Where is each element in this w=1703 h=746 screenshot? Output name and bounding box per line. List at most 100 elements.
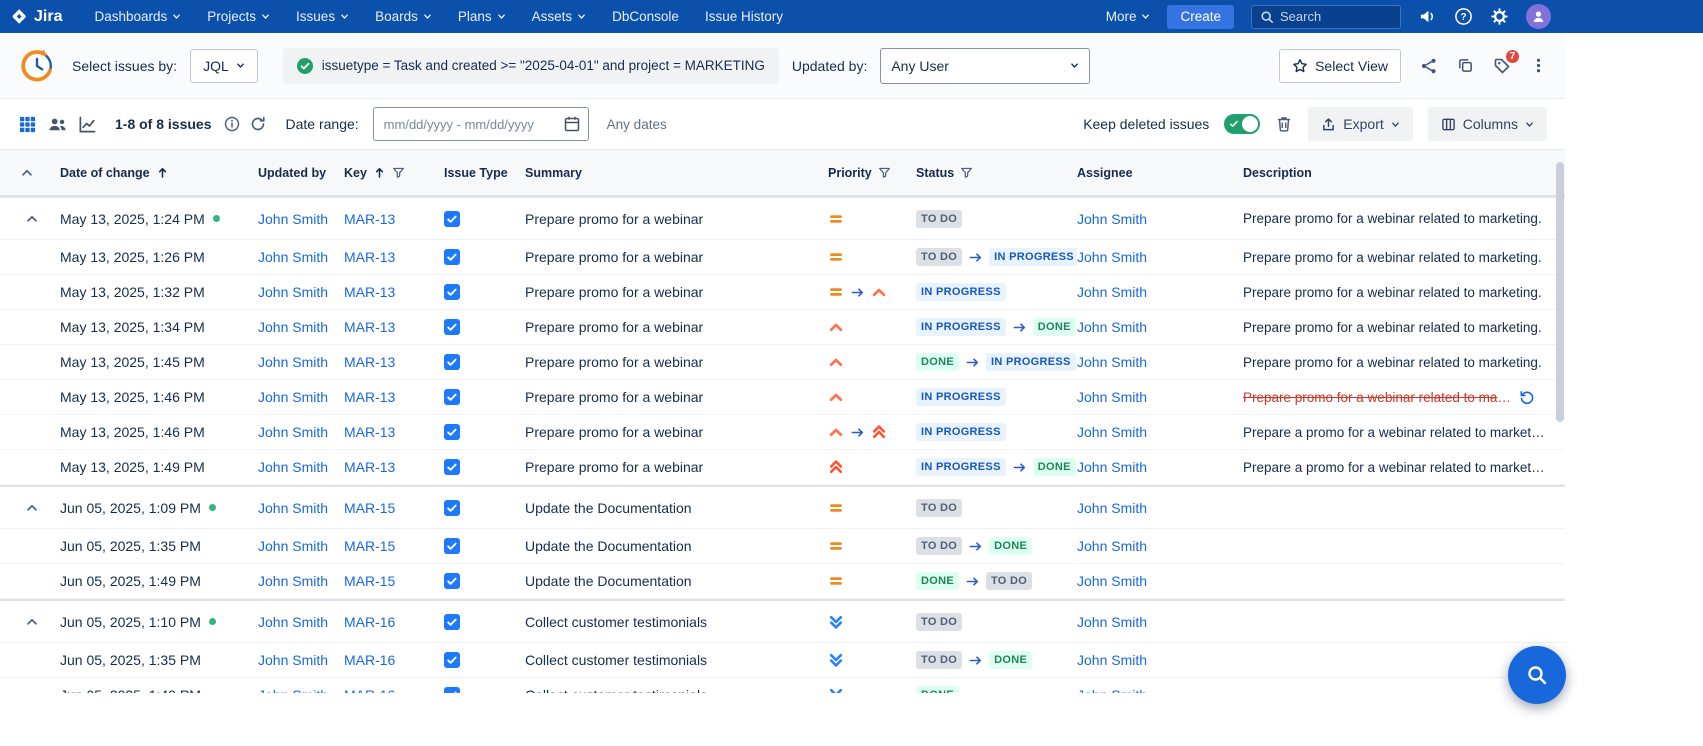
calendar-icon[interactable] [563,115,581,133]
column-header-summary[interactable]: Summary [525,166,828,180]
announcement-megaphone-icon[interactable] [1418,7,1437,26]
nav-item-dbconsole[interactable]: DbConsole [612,9,679,24]
assignee-link[interactable]: John Smith [1077,424,1147,440]
keep-deleted-toggle[interactable] [1224,114,1260,134]
grid-view-icon[interactable] [18,115,37,134]
updated-by-link[interactable]: John Smith [258,284,328,300]
updated-by-link[interactable]: John Smith [258,424,328,440]
updated-by-link[interactable]: John Smith [258,614,328,630]
issue-key-link[interactable]: MAR-13 [344,249,395,265]
copy-icon[interactable] [1457,57,1474,74]
chart-view-icon[interactable] [78,115,97,134]
columns-button[interactable]: Columns [1428,107,1547,141]
issue-key-link[interactable]: MAR-13 [344,284,395,300]
nav-item-assets[interactable]: Assets [532,9,587,24]
assignee-link[interactable]: John Smith [1077,687,1147,693]
column-header-date-of-change[interactable]: Date of change [60,166,258,180]
collapse-all-icon[interactable] [20,166,34,180]
assignee-link[interactable]: John Smith [1077,319,1147,335]
column-header-issue-type[interactable]: Issue Type [444,166,525,180]
search-input[interactable] [1280,9,1388,24]
nav-item-dashboards[interactable]: Dashboards [94,9,181,24]
updated-by-link[interactable]: John Smith [258,211,328,227]
people-view-icon[interactable] [48,115,67,134]
assignee-link[interactable]: John Smith [1077,573,1147,589]
issue-key-link[interactable]: MAR-16 [344,687,395,693]
assignee-link[interactable]: John Smith [1077,614,1147,630]
issue-key-link[interactable]: MAR-15 [344,573,395,589]
refresh-icon[interactable] [250,116,266,132]
trash-icon[interactable] [1275,115,1293,133]
nav-item-issue-history[interactable]: Issue History [705,9,783,24]
filter-funnel-icon[interactable] [878,166,891,179]
assignee-link[interactable]: John Smith [1077,284,1147,300]
jira-logo[interactable]: Jira [10,7,62,26]
column-header-status[interactable]: Status [916,166,1077,180]
info-icon[interactable] [224,116,240,132]
share-icon[interactable] [1420,57,1438,75]
issue-key-link[interactable]: MAR-16 [344,652,395,668]
user-avatar[interactable] [1526,4,1551,29]
nav-item-plans[interactable]: Plans [458,9,506,24]
export-button[interactable]: Export [1308,107,1412,141]
updated-by-select[interactable]: Any User [880,48,1090,84]
issue-key-link[interactable]: MAR-13 [344,424,395,440]
issue-key-link[interactable]: MAR-13 [344,211,395,227]
issue-key-link[interactable]: MAR-13 [344,459,395,475]
filter-funnel-icon[interactable] [392,166,405,179]
column-header-updated-by[interactable]: Updated by [258,166,344,180]
assignee-link[interactable]: John Smith [1077,459,1147,475]
updated-by-link[interactable]: John Smith [258,538,328,554]
assignee-link[interactable]: John Smith [1077,500,1147,516]
column-header-description[interactable]: Description [1243,166,1555,180]
floating-search-button[interactable] [1508,646,1566,704]
updated-by-link[interactable]: John Smith [258,687,328,693]
vertical-scrollbar-thumb[interactable] [1556,162,1564,422]
sort-ascending-icon[interactable] [373,166,386,179]
updated-by-link[interactable]: John Smith [258,573,328,589]
settings-gear-icon[interactable] [1490,7,1509,26]
nav-search-box[interactable] [1251,5,1401,29]
column-header-assignee[interactable]: Assignee [1077,166,1243,180]
priority-cell [828,319,916,335]
labels-button[interactable]: 7 [1493,57,1511,75]
issue-key-link[interactable]: MAR-15 [344,538,395,554]
assignee-link[interactable]: John Smith [1077,249,1147,265]
jql-dropdown-button[interactable]: JQL [190,49,258,83]
nav-item-projects[interactable]: Projects [207,9,270,24]
updated-by-link[interactable]: John Smith [258,389,328,405]
issue-key-link[interactable]: MAR-16 [344,614,395,630]
updated-by-link[interactable]: John Smith [258,354,328,370]
help-icon[interactable]: ? [1454,7,1473,26]
updated-by-link[interactable]: John Smith [258,500,328,516]
collapse-group-icon[interactable] [25,501,39,515]
sort-ascending-icon[interactable] [156,166,169,179]
column-header-key[interactable]: Key [344,166,444,180]
issue-key-link[interactable]: MAR-13 [344,319,395,335]
assignee-link[interactable]: John Smith [1077,538,1147,554]
updated-by-link[interactable]: John Smith [258,319,328,335]
more-options-kebab-icon[interactable] [1530,57,1547,74]
assignee-link[interactable]: John Smith [1077,211,1147,227]
assignee-link[interactable]: John Smith [1077,354,1147,370]
nav-item-boards[interactable]: Boards [375,9,432,24]
select-view-button[interactable]: Select View [1279,49,1401,83]
nav-item-more[interactable]: More [1106,9,1151,24]
collapse-group-icon[interactable] [25,615,39,629]
assignee-link[interactable]: John Smith [1077,652,1147,668]
collapse-group-icon[interactable] [25,212,39,226]
create-button[interactable]: Create [1167,5,1234,29]
updated-by-link[interactable]: John Smith [258,459,328,475]
date-range-input[interactable] [373,107,589,141]
issue-key-link[interactable]: MAR-13 [344,354,395,370]
filter-funnel-icon[interactable] [960,166,973,179]
export-label: Export [1343,116,1383,132]
restore-deleted-value-icon[interactable] [1511,389,1535,405]
issue-key-link[interactable]: MAR-13 [344,389,395,405]
assignee-link[interactable]: John Smith [1077,389,1147,405]
updated-by-link[interactable]: John Smith [258,249,328,265]
nav-item-issues[interactable]: Issues [296,9,349,24]
issue-key-link[interactable]: MAR-15 [344,500,395,516]
updated-by-link[interactable]: John Smith [258,652,328,668]
column-header-priority[interactable]: Priority [828,166,916,180]
